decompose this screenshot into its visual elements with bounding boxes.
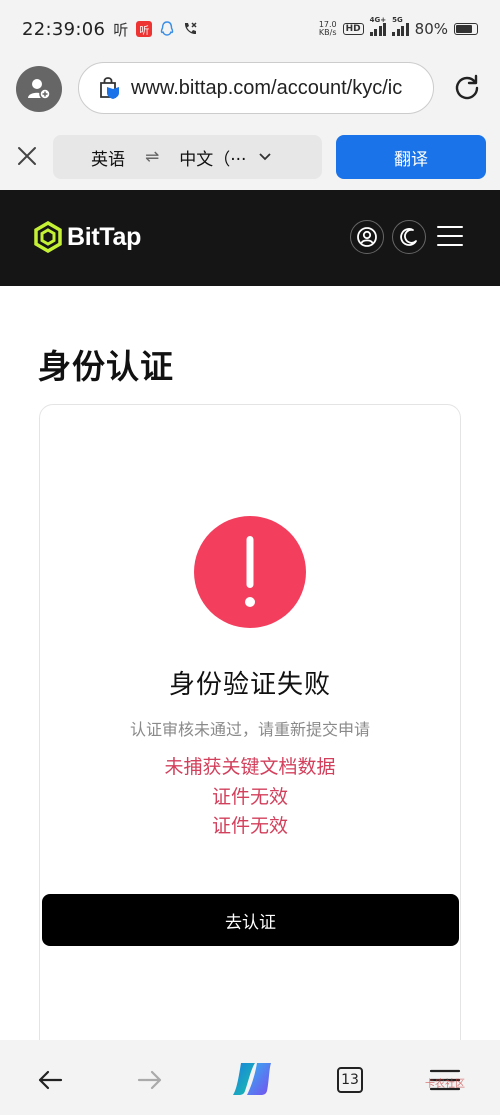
translate-bar: 英语 ⇌ 中文（··· 翻译 (0, 124, 500, 190)
language-selector[interactable]: 英语 ⇌ 中文（··· (53, 135, 322, 179)
call-missed-icon (182, 21, 198, 37)
go-verify-button[interactable]: 去认证 (42, 894, 459, 946)
copilot-icon (233, 1063, 271, 1095)
menu-icon[interactable] (437, 223, 463, 249)
signal-icon-2: 5G (392, 16, 409, 36)
failure-reason: 证件无效 (211, 786, 288, 808)
failure-subtitle: 认证审核未通过，请重新提交申请 (129, 720, 370, 739)
url-text: www.bittap.com/account/kyc/ic (131, 76, 403, 99)
theme-toggle-button[interactable] (392, 220, 426, 254)
signal-icon-1: 4G+ (369, 16, 387, 36)
hexagon-logo-icon (34, 221, 62, 253)
moon-icon (400, 228, 417, 246)
target-language: 中文（··· (179, 149, 247, 170)
back-button[interactable] (30, 1060, 70, 1100)
news-app-icon: 听 (136, 21, 153, 37)
failure-reason: 未捕获关键文档数据 (164, 756, 336, 778)
browser-toolbar: www.bittap.com/account/kyc/ic (0, 58, 500, 124)
network-speed: 17.0 KB/s (319, 21, 337, 37)
watermark: 卡农社区 (425, 1079, 465, 1090)
translate-button[interactable]: 翻译 (336, 135, 486, 179)
status-time: 22:39:06 (22, 18, 106, 40)
qq-icon (160, 21, 174, 37)
error-icon (194, 516, 306, 628)
tabs-button[interactable]: 13 (330, 1060, 370, 1100)
add-profile-icon (28, 79, 51, 100)
net2-label: 5G (392, 16, 403, 24)
battery-fill (456, 25, 472, 33)
hd-badge: HD (342, 23, 364, 35)
status-bar: 22:39:06 听 听 17.0 KB/s HD 4G+ 5G 80% (0, 0, 500, 58)
listen-app-icon: 听 (113, 20, 129, 39)
failure-reason: 证件无效 (211, 815, 288, 837)
chevron-down-icon (258, 152, 272, 162)
source-language: 英语 (91, 149, 125, 170)
arrow-right-icon (137, 1070, 162, 1090)
status-right: 17.0 KB/s HD 4G+ 5G 80% (319, 16, 478, 38)
reload-icon (455, 74, 479, 100)
status-left: 22:39:06 听 听 (22, 19, 198, 40)
failure-title: 身份验证失败 (168, 670, 331, 700)
net1-label: 4G+ (369, 16, 387, 24)
swap-languages-icon[interactable]: ⇌ (145, 147, 159, 167)
brand-name: BitTap (67, 222, 142, 251)
address-bar[interactable]: www.bittap.com/account/kyc/ic (78, 62, 434, 114)
user-icon (357, 227, 377, 247)
profile-button[interactable] (16, 66, 62, 112)
bittap-logo[interactable]: BitTap (33, 221, 141, 253)
close-icon[interactable] (14, 143, 40, 169)
battery-icon (454, 23, 478, 35)
page-title: 身份认证 (38, 347, 174, 386)
tab-count: 13 (337, 1067, 363, 1093)
account-button[interactable] (350, 220, 384, 254)
forward-button[interactable] (130, 1060, 170, 1100)
battery-percent: 80% (414, 20, 448, 38)
site-header: BitTap (0, 190, 500, 286)
speed-unit: KB/s (318, 28, 337, 37)
arrow-left-icon (38, 1070, 63, 1090)
reload-button[interactable] (450, 70, 484, 104)
shopping-bag-shield-icon (100, 77, 119, 99)
copilot-button[interactable] (228, 1056, 274, 1102)
